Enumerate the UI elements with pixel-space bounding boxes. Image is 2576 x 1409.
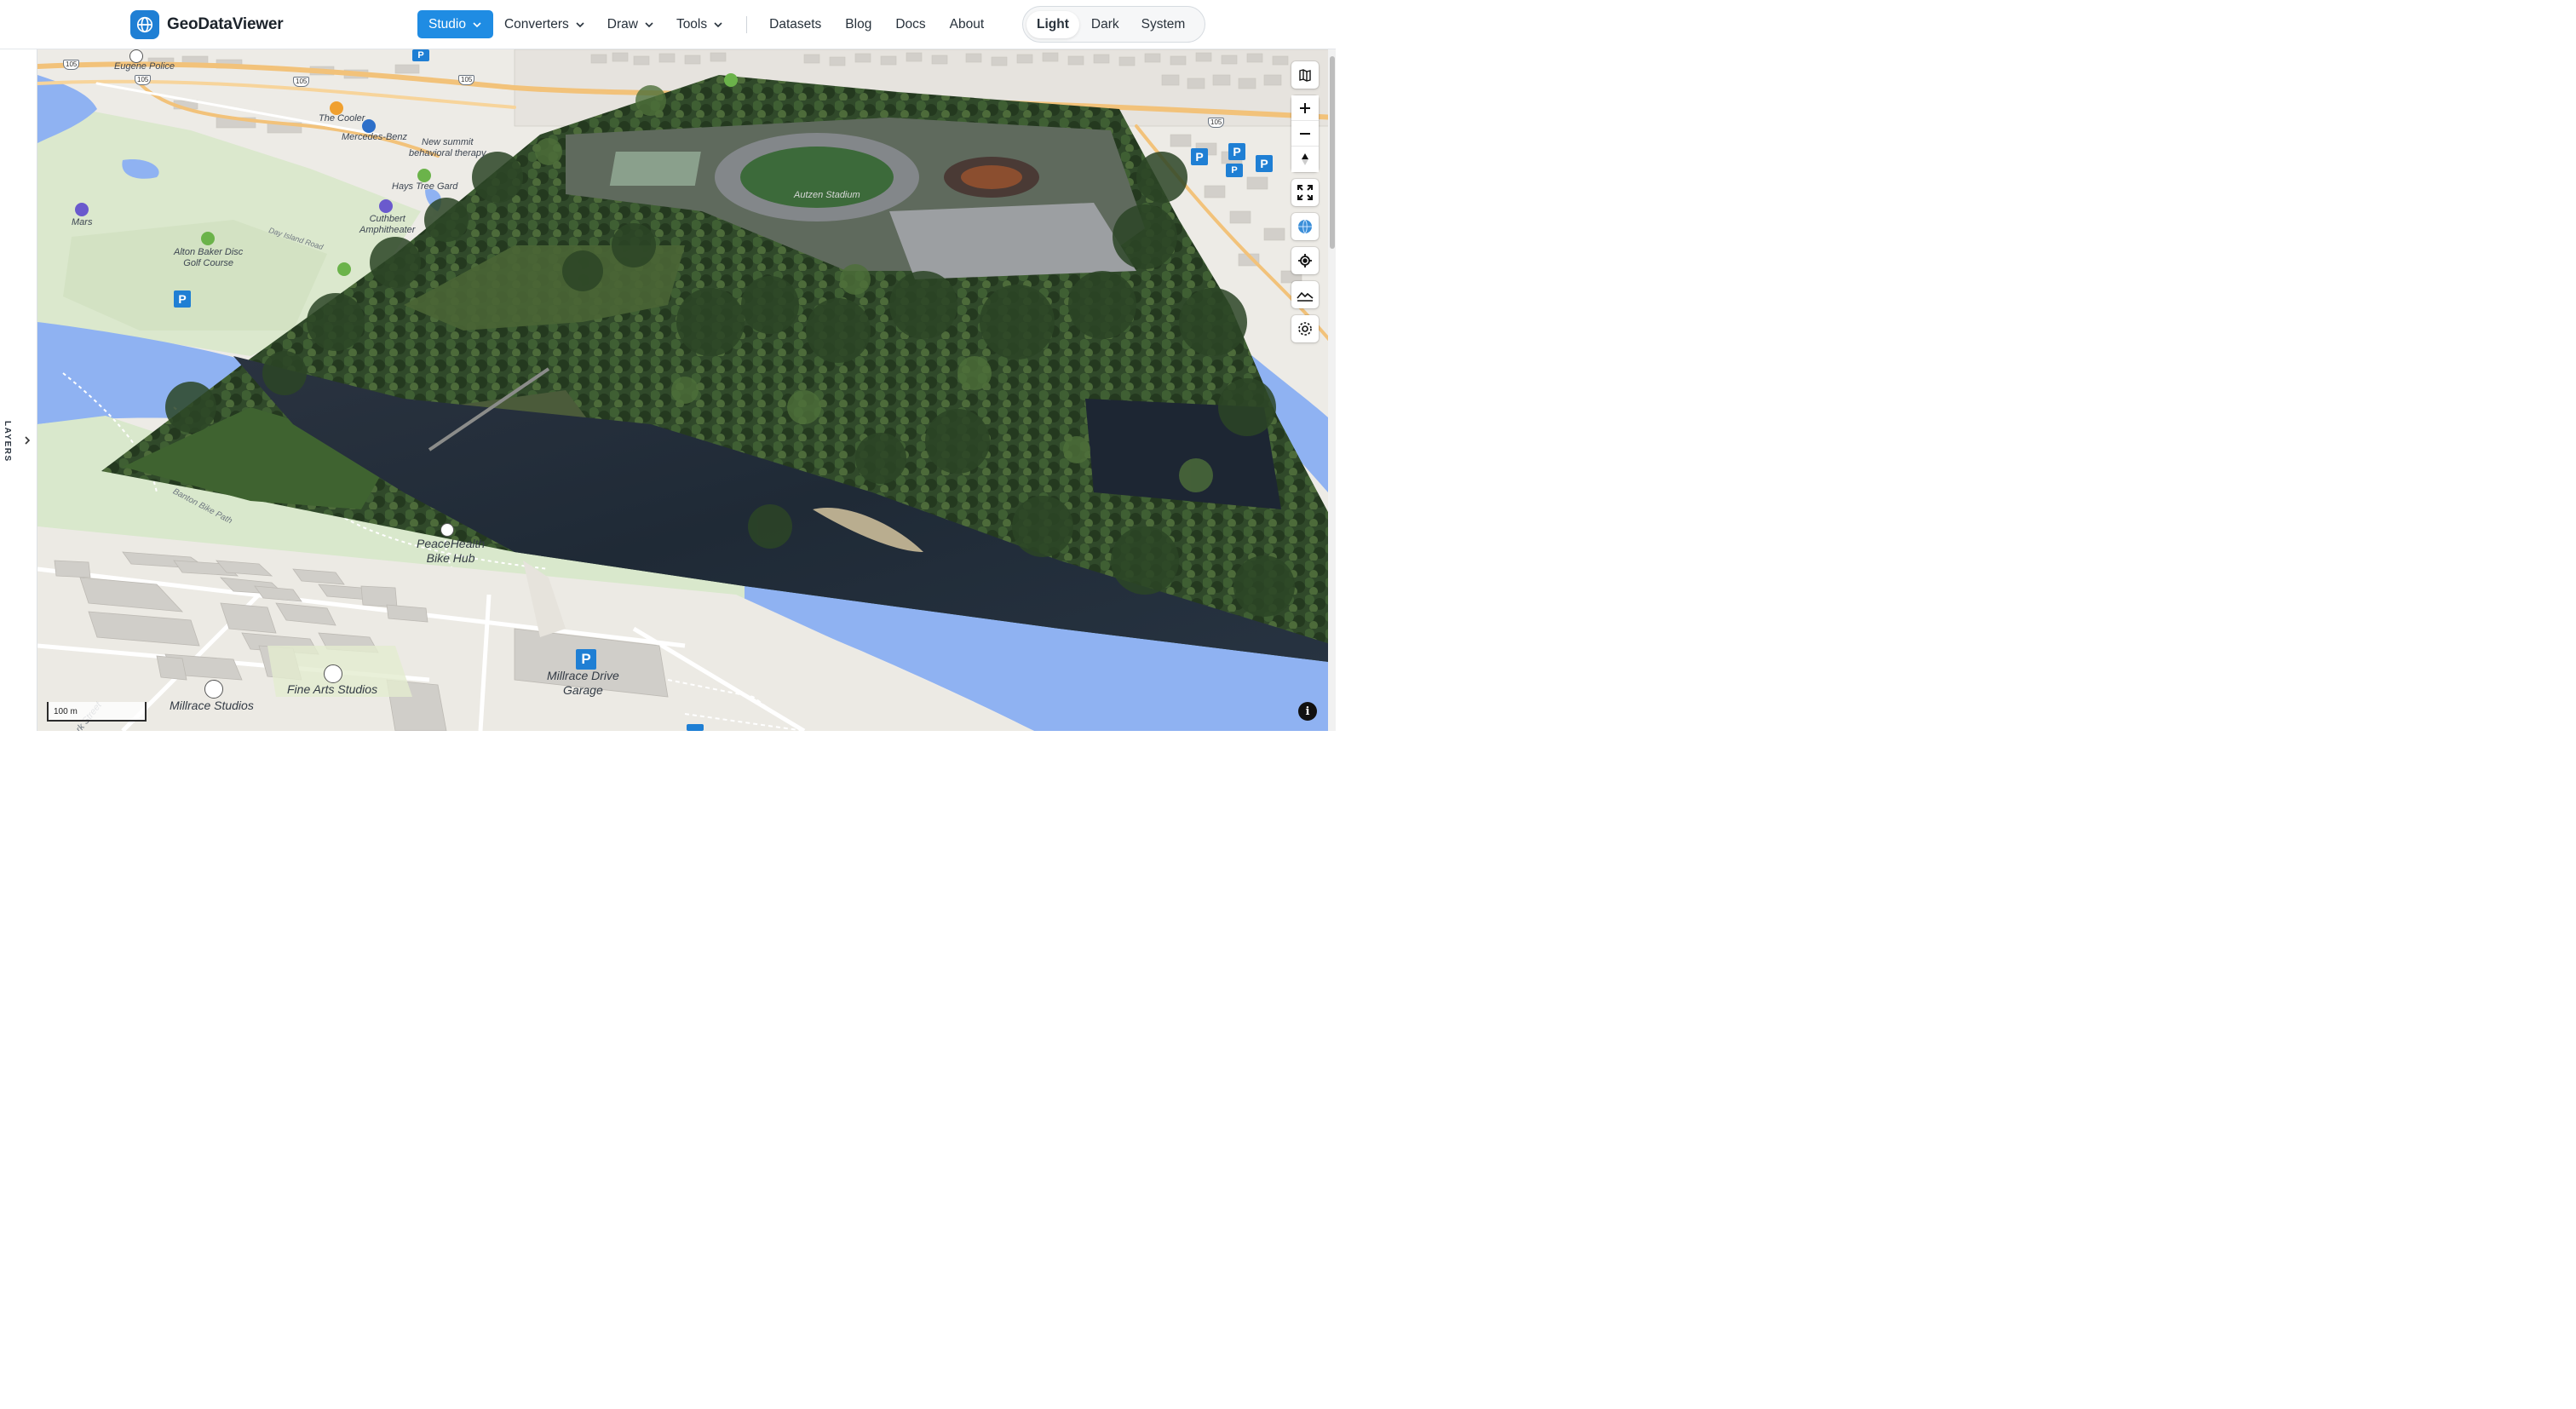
- compass-button[interactable]: [1291, 147, 1319, 172]
- minus-icon: [1300, 132, 1310, 135]
- parking-icon[interactable]: P: [412, 49, 429, 61]
- chevron-down-icon: [714, 21, 722, 27]
- nav-draw-label: Draw: [607, 16, 638, 32]
- globe-logo-icon: [130, 10, 159, 39]
- map-basemap: [37, 49, 1336, 731]
- chevron-down-icon: [473, 21, 481, 27]
- nav-converters-menu[interactable]: Converters: [493, 10, 596, 38]
- highway-shield: 105: [135, 75, 152, 85]
- label-millrace-garage: Millrace Drive Garage: [547, 669, 619, 697]
- label-mercedes-benz: Mercedes-Benz: [342, 132, 408, 142]
- highway-shield: 105: [293, 77, 310, 87]
- map-scrollbar-thumb[interactable]: [1330, 56, 1335, 249]
- parking-icon[interactable]: [687, 724, 704, 731]
- globe-icon: [1298, 219, 1312, 234]
- parking-icon[interactable]: P: [1256, 155, 1273, 172]
- parking-icon[interactable]: P: [576, 649, 596, 670]
- brand-name: GeoDataViewer: [167, 15, 284, 33]
- theme-dark-button[interactable]: Dark: [1081, 11, 1130, 38]
- garden-icon[interactable]: [417, 169, 431, 182]
- layers-label: LAYERS: [3, 421, 12, 463]
- theater-icon[interactable]: [379, 199, 393, 213]
- label-the-cooler: The Cooler: [319, 113, 365, 124]
- chevron-right-icon[interactable]: [21, 434, 33, 446]
- label-fine-arts-studios: Fine Arts Studios: [287, 682, 378, 696]
- terrain-button[interactable]: [1291, 281, 1319, 308]
- nav-studio-menu[interactable]: Studio: [417, 10, 493, 38]
- nav-draw-menu[interactable]: Draw: [596, 10, 665, 38]
- nav-converters-label: Converters: [503, 16, 569, 32]
- top-navigation-bar: GeoDataViewer Studio Converters Draw Too…: [0, 0, 1336, 49]
- settings-button[interactable]: [1291, 315, 1319, 342]
- park-icon[interactable]: [337, 262, 351, 276]
- nav-link-datasets[interactable]: Datasets: [757, 17, 833, 32]
- brand[interactable]: GeoDataViewer: [130, 10, 284, 39]
- theme-light-button[interactable]: Light: [1026, 10, 1079, 38]
- drink-icon[interactable]: [330, 101, 343, 115]
- chevron-down-icon: [576, 21, 584, 27]
- plus-icon: [1300, 102, 1310, 113]
- highway-shield: 105: [1208, 118, 1225, 128]
- zoom-compass-group: [1291, 95, 1319, 172]
- fullscreen-button[interactable]: [1291, 179, 1319, 206]
- landmark-icon[interactable]: [75, 203, 89, 216]
- parking-icon[interactable]: P: [1226, 164, 1243, 177]
- parking-icon[interactable]: P: [174, 290, 191, 308]
- zoom-in-button[interactable]: [1291, 95, 1319, 121]
- zoom-out-button[interactable]: [1291, 121, 1319, 147]
- main-nav: Studio Converters Draw Tools Datasets Bl…: [417, 10, 996, 38]
- map-canvas[interactable]: Eugene Police The Cooler Mercedes-Benz N…: [37, 49, 1336, 731]
- theme-switcher: Light Dark System: [1022, 6, 1205, 43]
- highway-shield: 105: [458, 75, 475, 85]
- nav-link-blog[interactable]: Blog: [833, 17, 883, 32]
- highway-shield: 105: [63, 60, 80, 70]
- label-eugene-police: Eugene Police: [114, 61, 175, 72]
- chevron-down-icon: [645, 21, 653, 27]
- label-hays-tree: Hays Tree Gard: [392, 181, 458, 192]
- car-dealer-icon[interactable]: [362, 119, 376, 133]
- nav-divider: [746, 15, 748, 33]
- label-new-summit: New summit behavioral therapy: [409, 137, 486, 158]
- map-icon: [1299, 69, 1311, 82]
- label-autzen-stadium: Autzen Stadium: [794, 190, 860, 200]
- nav-tools-menu[interactable]: Tools: [665, 10, 734, 38]
- bicycle-icon[interactable]: [440, 523, 454, 537]
- map-scale-bar: 100 m: [47, 702, 147, 722]
- nav-tools-label: Tools: [676, 16, 708, 32]
- parking-icon[interactable]: P: [1228, 143, 1245, 160]
- art-studio-icon[interactable]: [324, 664, 342, 683]
- geolocate-button[interactable]: [1291, 247, 1319, 274]
- terrain-icon: [1297, 291, 1314, 302]
- label-cuthbert-amphitheater: Cuthbert Amphitheater: [359, 214, 416, 235]
- compass-icon: [1302, 153, 1308, 165]
- parking-lot: [889, 203, 1136, 279]
- map-controls: [1291, 61, 1320, 349]
- nav-link-about[interactable]: About: [938, 17, 997, 32]
- art-studio-icon[interactable]: [204, 680, 223, 699]
- police-icon[interactable]: [129, 49, 143, 63]
- nav-link-docs[interactable]: Docs: [883, 17, 937, 32]
- layers-panel-collapsed[interactable]: LAYERS: [0, 49, 37, 731]
- nav-studio-label: Studio: [428, 16, 466, 32]
- theme-system-button[interactable]: System: [1131, 11, 1196, 38]
- label-mars: Mars: [72, 217, 93, 227]
- label-millrace-studios: Millrace Studios: [170, 699, 254, 712]
- geolocate-icon: [1298, 254, 1312, 267]
- label-alton-baker: Alton Baker Disc Golf Course: [174, 247, 244, 268]
- label-peacehealth-bike-hub: PeaceHealth Bike Hub: [417, 537, 486, 565]
- fullscreen-icon: [1297, 185, 1313, 200]
- settings-icon: [1298, 322, 1312, 336]
- map-style-button[interactable]: [1291, 61, 1319, 89]
- parking-icon[interactable]: P: [1191, 148, 1208, 165]
- globe-button[interactable]: [1291, 213, 1319, 240]
- disc-golf-icon[interactable]: [201, 232, 215, 245]
- info-icon[interactable]: i: [1298, 702, 1317, 721]
- park-icon[interactable]: [724, 73, 738, 87]
